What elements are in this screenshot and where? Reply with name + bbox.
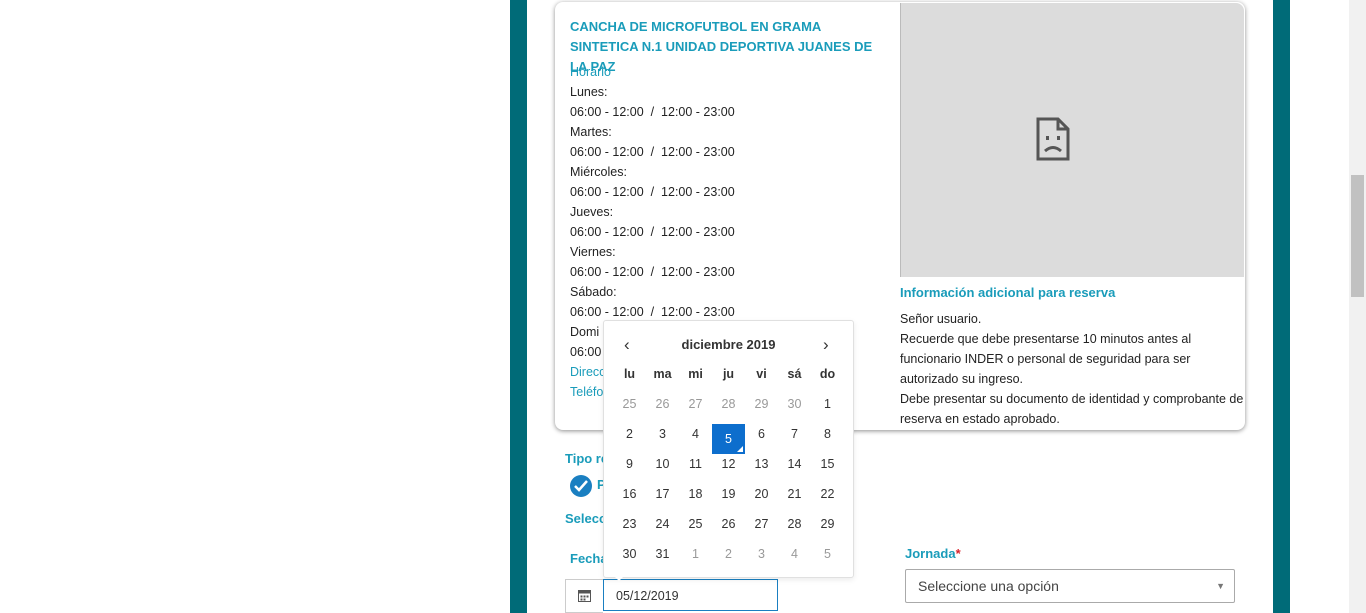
chevron-down-icon: ▼ bbox=[1216, 581, 1225, 591]
calendar-day[interactable]: 10 bbox=[646, 454, 679, 484]
date-label: Fecha bbox=[570, 551, 608, 566]
calendar-day[interactable]: 22 bbox=[811, 484, 844, 514]
facility-image bbox=[900, 3, 1244, 277]
weekday-header: mi bbox=[688, 367, 703, 381]
calendar-day[interactable]: 3 bbox=[745, 544, 778, 574]
hours-monday: 06:00 - 12:00 / 12:00 - 23:00 bbox=[570, 105, 735, 119]
calendar-day[interactable]: 24 bbox=[646, 514, 679, 544]
calendar-day[interactable]: 5 bbox=[811, 544, 844, 574]
calendar-day[interactable]: 25 bbox=[679, 514, 712, 544]
calendar-day[interactable]: 7 bbox=[778, 424, 811, 454]
calendar-day[interactable]: 11 bbox=[679, 454, 712, 484]
reservation-type-label: Tipo re bbox=[565, 451, 609, 466]
shift-label-text: Jornada bbox=[905, 546, 956, 561]
calendar-day[interactable]: 18 bbox=[679, 484, 712, 514]
hours-thursday: 06:00 - 12:00 / 12:00 - 23:00 bbox=[570, 225, 735, 239]
calendar-day[interactable]: 26 bbox=[646, 394, 679, 424]
scrollbar-thumb[interactable] bbox=[1351, 175, 1364, 297]
info-title: Información adicional para reserva bbox=[900, 285, 1116, 300]
info-line: Debe presentar su documento de identidad… bbox=[900, 392, 1244, 426]
calendar-day[interactable]: 19 bbox=[712, 484, 745, 514]
day-monday: Lunes: bbox=[570, 85, 608, 99]
shift-select[interactable]: Seleccione una opción ▼ bbox=[905, 569, 1235, 603]
calendar-day[interactable]: 30 bbox=[778, 394, 811, 424]
day-saturday: Sábado: bbox=[570, 285, 617, 299]
day-tuesday: Martes: bbox=[570, 125, 612, 139]
prev-month-button[interactable]: ‹ bbox=[624, 335, 630, 355]
info-line: Recuerde que debe presentarse 10 minutos… bbox=[900, 332, 1192, 386]
calendar-day[interactable]: 28 bbox=[778, 514, 811, 544]
date-input[interactable]: 05/12/2019 bbox=[603, 579, 778, 611]
day-wednesday: Miércoles: bbox=[570, 165, 627, 179]
datepicker-header: diciembre 2019 ‹ › bbox=[604, 335, 853, 355]
calendar-day[interactable]: 27 bbox=[745, 514, 778, 544]
calendar-day[interactable]: 12 bbox=[712, 454, 745, 484]
calendar-day[interactable]: 13 bbox=[745, 454, 778, 484]
calendar-day[interactable]: 8 bbox=[811, 424, 844, 454]
calendar-day[interactable]: 4 bbox=[778, 544, 811, 574]
calendar-day[interactable]: 1 bbox=[811, 394, 844, 424]
weekday-header: lu bbox=[623, 367, 636, 381]
shift-select-value: Seleccione una opción bbox=[918, 578, 1059, 594]
select-section-label: Selecc bbox=[565, 511, 607, 526]
hours-saturday: 06:00 - 12:00 / 12:00 - 23:00 bbox=[570, 305, 735, 319]
calendar-day[interactable]: 2 bbox=[712, 544, 745, 574]
broken-image-icon bbox=[1036, 117, 1070, 161]
info-text: Señor usuario. Recuerde que debe present… bbox=[900, 309, 1245, 429]
weekday-header: ma bbox=[653, 367, 672, 381]
schedule-label: Horario bbox=[570, 65, 611, 79]
datepicker-grid: lu ma mi ju vi sá do 25 26 27 28 29 30 1 2 3 4 5 6 7 8 9 10 11 1… bbox=[613, 364, 844, 574]
reservation-type-radio[interactable] bbox=[570, 475, 592, 497]
hours-wednesday: 06:00 - 12:00 / 12:00 - 23:00 bbox=[570, 185, 735, 199]
weekday-header: ju bbox=[722, 367, 735, 381]
calendar-day[interactable]: 3 bbox=[646, 424, 679, 454]
calendar-day[interactable]: 6 bbox=[745, 424, 778, 454]
calendar-day[interactable]: 31 bbox=[646, 544, 679, 574]
calendar-icon bbox=[578, 590, 591, 602]
calendar-day[interactable]: 9 bbox=[613, 454, 646, 484]
info-line: Señor usuario. bbox=[900, 312, 982, 326]
calendar-day[interactable]: 20 bbox=[745, 484, 778, 514]
check-icon bbox=[574, 480, 588, 492]
calendar-day[interactable]: 29 bbox=[811, 514, 844, 544]
next-month-button[interactable]: › bbox=[823, 335, 829, 355]
calendar-day[interactable]: 28 bbox=[712, 394, 745, 424]
day-friday: Viernes: bbox=[570, 245, 616, 259]
date-value: 05/12/2019 bbox=[616, 589, 679, 603]
scrollbar[interactable] bbox=[1349, 0, 1366, 613]
required-mark: * bbox=[955, 546, 961, 561]
calendar-day[interactable]: 23 bbox=[613, 514, 646, 544]
weekday-header: sá bbox=[787, 367, 802, 381]
calendar-day[interactable]: 29 bbox=[745, 394, 778, 424]
calendar-day[interactable]: 16 bbox=[613, 484, 646, 514]
datepicker-caret bbox=[613, 575, 625, 581]
weekday-header: do bbox=[819, 367, 836, 381]
calendar-day[interactable]: 27 bbox=[679, 394, 712, 424]
hours-friday: 06:00 - 12:00 / 12:00 - 23:00 bbox=[570, 265, 735, 279]
calendar-day[interactable]: 15 bbox=[811, 454, 844, 484]
calendar-day[interactable]: 4 bbox=[679, 424, 712, 454]
calendar-day[interactable]: 1 bbox=[679, 544, 712, 574]
hours-tuesday: 06:00 - 12:00 / 12:00 - 23:00 bbox=[570, 145, 735, 159]
datepicker-popup: diciembre 2019 ‹ › lu ma mi ju vi sá do 25 26 27 2… bbox=[603, 320, 854, 578]
datepicker-month-title[interactable]: diciembre 2019 bbox=[604, 337, 853, 352]
shift-label: Jornada* bbox=[905, 546, 961, 561]
calendar-day[interactable]: 21 bbox=[778, 484, 811, 514]
calendar-day[interactable]: 30 bbox=[613, 544, 646, 574]
calendar-day[interactable]: 26 bbox=[712, 514, 745, 544]
weekday-header: vi bbox=[756, 367, 767, 381]
day-thursday: Jueves: bbox=[570, 205, 614, 219]
calendar-day[interactable]: 14 bbox=[778, 454, 811, 484]
calendar-day[interactable]: 17 bbox=[646, 484, 679, 514]
calendar-day-selected[interactable]: 5 bbox=[712, 424, 745, 454]
calendar-day[interactable]: 25 bbox=[613, 394, 646, 424]
calendar-day[interactable]: 2 bbox=[613, 424, 646, 454]
calendar-button[interactable] bbox=[565, 579, 603, 613]
